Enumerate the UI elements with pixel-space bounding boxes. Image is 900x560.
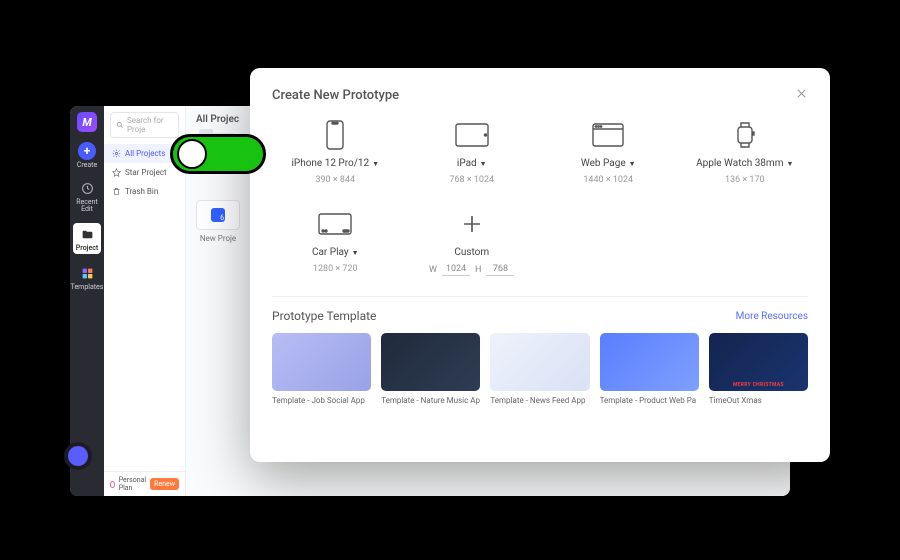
device-label: Apple Watch 38mm [696,158,783,169]
rail-recent-label: Recent Edit [70,199,104,213]
device-label: iPhone 12 Pro/12 [291,158,369,169]
rail-create[interactable]: + Create [77,142,97,169]
folder-icon [78,225,96,243]
decorative-blob [68,446,88,466]
rail-project-label: Project [76,245,98,252]
phone-icon [326,118,344,152]
chevron-down-icon: ▼ [629,160,636,168]
template-card[interactable]: Template - Job Social App [272,333,371,405]
renew-button[interactable]: Renew [150,478,179,490]
annotation-toggle[interactable] [170,134,266,174]
custom-size-inputs: W 1024 H 768 [429,264,514,276]
device-iphone[interactable]: iPhone 12 Pro/12▼ 390 × 844 [272,118,399,185]
chevron-down-icon: ▼ [480,160,487,168]
device-ipad[interactable]: iPad▼ 768 × 1024 [409,118,536,185]
w-label: W [429,265,437,275]
sidebar-item-star-project[interactable]: Star Project [104,163,185,182]
toggle-knob [177,139,207,169]
template-label: Template - Job Social App [272,396,371,405]
card-label: New Proje [200,234,236,243]
template-thumb [381,333,480,391]
device-label: Web Page [581,158,626,169]
tablet-icon [455,118,489,152]
device-dim: 136 × 170 [725,175,765,185]
chevron-down-icon: ▼ [786,160,793,168]
template-thumb [272,333,371,391]
chevron-down-icon: ▼ [372,160,379,168]
close-icon [795,87,808,100]
rail-project[interactable]: Project [73,223,101,254]
rail-templates-label: Templates [71,284,104,291]
close-button[interactable] [795,86,808,104]
device-dim: 768 × 1024 [449,175,494,185]
app-thumb-icon [211,208,225,222]
gear-icon [112,149,121,158]
device-web[interactable]: Web Page▼ 1440 × 1024 [545,118,672,185]
template-card[interactable]: Template - Nature Music Ap [381,333,480,405]
rail-templates[interactable]: Templates [71,264,104,291]
device-dim: 1280 × 720 [313,264,358,274]
sidebar-item-label: Star Project [125,168,167,177]
plus-icon: + [78,142,96,160]
device-dim: 390 × 844 [315,175,355,185]
search-placeholder: Search for Proje [127,116,173,134]
trash-icon [112,187,121,196]
rail-create-label: Create [77,162,97,169]
device-label: iPad [457,158,477,169]
plan-dot-icon [110,481,115,488]
device-watch[interactable]: Apple Watch 38mm▼ 136 × 170 [682,118,809,185]
device-custom[interactable]: Custom W 1024 H 768 [409,207,536,276]
template-label: Template - News Feed App [490,396,589,405]
device-dim: 1440 × 1024 [583,175,633,185]
chevron-down-icon: ▼ [352,249,359,257]
sidebar-item-label: Trash Bin [125,187,158,196]
app-logo-icon: M [77,112,97,132]
rail-recent[interactable]: Recent Edit [70,179,104,213]
template-label: Template - Product Web Pa [600,396,699,405]
template-card[interactable]: Template - News Feed App [490,333,589,405]
star-icon [112,168,121,177]
template-section-title: Prototype Template [272,309,376,323]
template-card[interactable]: Template - Product Web Pa [600,333,699,405]
browser-icon [592,118,624,152]
search-icon [116,121,124,129]
plan-label: Personal Plan [119,476,146,492]
project-thumb [196,200,240,230]
device-carplay[interactable]: Car Play▼ 1280 × 720 [272,207,399,276]
device-label: Custom [454,247,489,258]
carplay-icon [318,207,352,241]
watch-icon [735,118,755,152]
more-resources-link[interactable]: More Resources [736,311,808,322]
sidebar-item-trash-bin[interactable]: Trash Bin [104,182,185,201]
left-rail: M + Create Recent Edit Project Templates [70,106,104,496]
template-label: Template - Nature Music Ap [381,396,480,405]
template-thumb [600,333,699,391]
sidebar-item-label: All Projects [125,149,165,158]
custom-width-input[interactable]: 1024 [442,264,470,276]
h-label: H [475,265,481,275]
grid-icon [78,264,96,282]
clock-icon [78,179,96,197]
template-card[interactable]: TimeOut Xmas [709,333,808,405]
plus-icon [462,207,482,241]
device-label: Car Play [312,247,349,258]
template-thumb [490,333,589,391]
custom-height-input[interactable]: 768 [486,264,514,276]
divider [272,296,808,297]
template-label: TimeOut Xmas [709,396,808,405]
plan-row: Personal Plan Renew [104,471,185,496]
search-input[interactable]: Search for Proje [110,112,179,138]
create-prototype-modal: Create New Prototype iPhone 12 Pro/12▼ 3… [250,68,830,462]
project-card[interactable]: New Proje [196,200,240,243]
template-thumb [709,333,808,391]
modal-title: Create New Prototype [272,88,399,103]
